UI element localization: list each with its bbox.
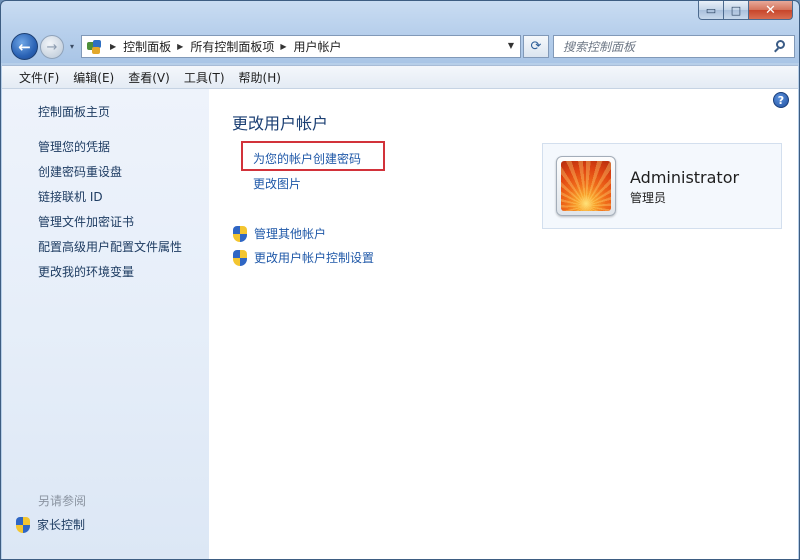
- sidebar-item-parental-controls[interactable]: 家长控制: [16, 516, 85, 533]
- forward-arrow-icon: →: [46, 39, 58, 55]
- minimize-icon: ▭: [705, 3, 717, 17]
- uac-settings-link[interactable]: 更改用户帐户控制设置: [233, 249, 374, 266]
- breadcrumb-separator-icon[interactable]: ▶: [280, 42, 286, 51]
- menu-view[interactable]: 查看(V): [121, 67, 177, 88]
- navigation-bar: ← → ▾ ▶ 控制面板 ▶ 所有控制面板项 ▶ 用户帐户 ▼ ⟳: [7, 31, 795, 61]
- manage-other-accounts-label: 管理其他帐户: [254, 227, 327, 241]
- breadcrumb-separator-icon[interactable]: ▶: [177, 42, 183, 51]
- search-input[interactable]: [563, 36, 773, 57]
- help-glyph: ?: [777, 93, 785, 107]
- uac-settings-label: 更改用户帐户控制设置: [254, 251, 375, 265]
- task-pane: 控制面板主页 管理您的凭据 创建密码重设盘 链接联机 ID 管理文件加密证书 配…: [2, 89, 209, 559]
- close-button[interactable]: ✕: [749, 1, 793, 20]
- sidebar-item-control-panel-home[interactable]: 控制面板主页: [38, 103, 110, 120]
- sidebar-item-link-online-id[interactable]: 链接联机 ID: [38, 188, 103, 205]
- change-picture-link[interactable]: 更改图片: [253, 175, 301, 192]
- maximize-icon: □: [730, 3, 742, 17]
- user-name: Administrator: [630, 168, 740, 187]
- forward-button[interactable]: →: [40, 35, 64, 59]
- uac-shield-icon: [16, 516, 30, 533]
- caption-buttons: ▭ □ ✕: [698, 1, 793, 20]
- minimize-button[interactable]: ▭: [698, 1, 724, 20]
- sidebar-item-advanced-profile-properties[interactable]: 配置高级用户配置文件属性: [38, 238, 182, 255]
- user-account-card: Administrator 管理员: [542, 143, 782, 229]
- address-bar[interactable]: ▶ 控制面板 ▶ 所有控制面板项 ▶ 用户帐户 ▼: [81, 35, 521, 58]
- breadcrumb-separator-icon[interactable]: ▶: [110, 42, 116, 51]
- address-dropdown-icon[interactable]: ▼: [508, 41, 514, 50]
- control-panel-window: ▭ □ ✕ ← → ▾ ▶ 控制面板 ▶ 所有控制面板项 ▶ 用户帐户 ▼ ⟳ …: [0, 0, 800, 560]
- flower-picture-icon: [561, 161, 611, 211]
- parental-controls-label: 家长控制: [37, 518, 86, 532]
- sidebar-item-environment-variables[interactable]: 更改我的环境变量: [38, 263, 134, 280]
- refresh-icon: ⟳: [530, 39, 542, 54]
- control-panel-icon: [86, 39, 104, 55]
- back-button[interactable]: ←: [11, 33, 38, 60]
- content-area: 控制面板主页 管理您的凭据 创建密码重设盘 链接联机 ID 管理文件加密证书 配…: [2, 89, 798, 559]
- menu-edit[interactable]: 编辑(E): [66, 67, 121, 88]
- menu-file[interactable]: 文件(F): [12, 67, 66, 88]
- close-icon: ✕: [765, 2, 776, 18]
- sidebar-item-password-reset-disk[interactable]: 创建密码重设盘: [38, 163, 122, 180]
- sidebar-item-manage-credentials[interactable]: 管理您的凭据: [38, 138, 110, 155]
- menu-bar: 文件(F) 编辑(E) 查看(V) 工具(T) 帮助(H): [2, 65, 798, 89]
- create-password-link[interactable]: 为您的帐户创建密码: [253, 150, 361, 167]
- recent-pages-button[interactable]: ▾: [66, 40, 78, 52]
- search-icon[interactable]: [773, 39, 787, 54]
- uac-shield-icon: [233, 225, 247, 242]
- page-title: 更改用户帐户: [232, 114, 329, 133]
- manage-other-accounts-link[interactable]: 管理其他帐户: [233, 225, 326, 242]
- breadcrumb-control-panel[interactable]: 控制面板: [123, 38, 171, 55]
- uac-shield-icon: [233, 249, 247, 266]
- user-role: 管理员: [630, 191, 667, 205]
- help-icon[interactable]: ?: [773, 92, 789, 108]
- breadcrumb-user-accounts[interactable]: 用户帐户: [294, 38, 342, 55]
- sidebar-item-encryption-certificates[interactable]: 管理文件加密证书: [38, 213, 134, 230]
- breadcrumb-all-items[interactable]: 所有控制面板项: [190, 38, 274, 55]
- back-arrow-icon: ←: [18, 37, 31, 56]
- menu-tools[interactable]: 工具(T): [177, 67, 232, 88]
- see-also-heading: 另请参阅: [38, 494, 87, 508]
- refresh-button[interactable]: ⟳: [523, 35, 549, 58]
- maximize-button[interactable]: □: [724, 1, 749, 20]
- search-box[interactable]: [553, 35, 795, 58]
- menu-help[interactable]: 帮助(H): [232, 67, 288, 88]
- avatar[interactable]: [556, 156, 616, 216]
- chevron-down-icon: ▾: [69, 41, 74, 51]
